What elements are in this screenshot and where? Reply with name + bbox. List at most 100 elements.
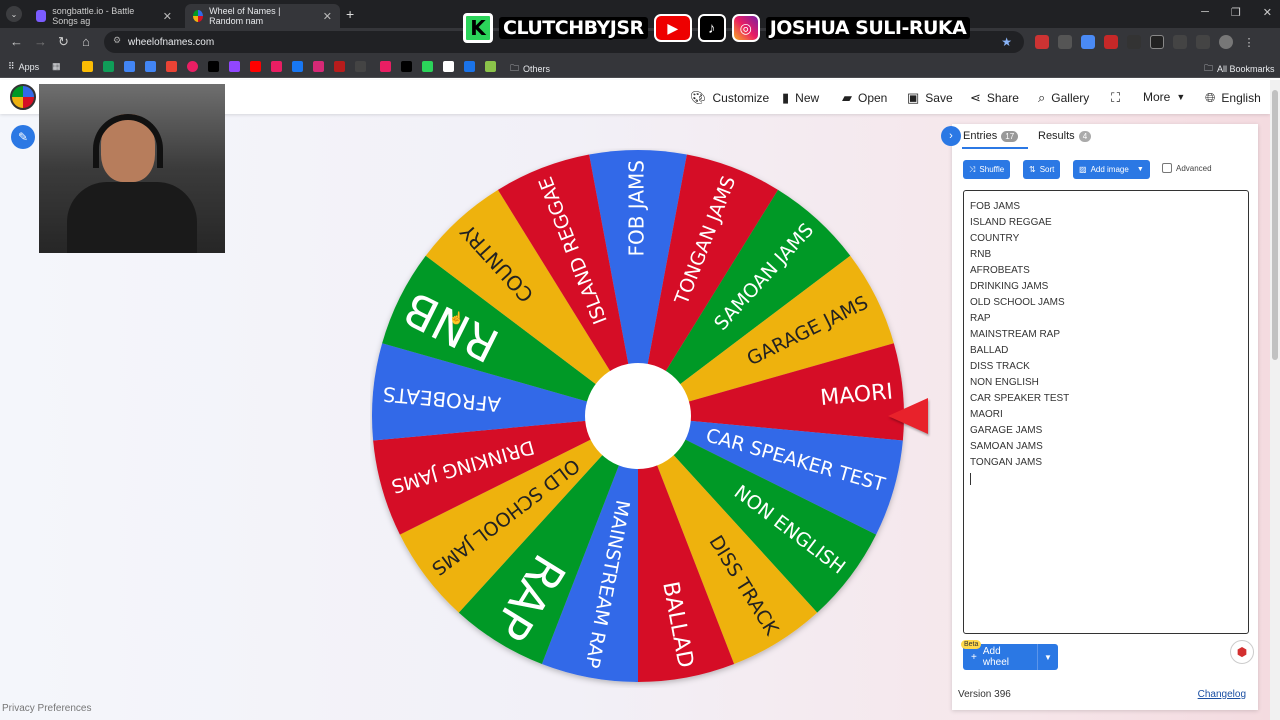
share-button[interactable]: ⋖ Share	[970, 90, 1019, 106]
youtube-bookmark-icon[interactable]	[250, 61, 261, 72]
bookmark-favicon-icon[interactable]	[443, 61, 454, 72]
sort-button[interactable]: ⇅ Sort	[1023, 160, 1061, 179]
x-bookmark-icon[interactable]	[401, 61, 412, 72]
browser-tab-songbattle[interactable]: songbattle.io - Battle Songs ag ✕	[28, 4, 180, 28]
wheel-of-names-logo-icon[interactable]	[10, 84, 36, 110]
close-tab-icon[interactable]: ✕	[163, 10, 172, 23]
home-icon[interactable]: ⌂	[82, 34, 90, 49]
close-tab-icon[interactable]: ✕	[323, 10, 332, 23]
entries-count-badge: 17	[1001, 130, 1019, 142]
tab-results[interactable]: Results 4	[1038, 130, 1092, 142]
bookmark-favicon-icon[interactable]	[271, 61, 282, 72]
tab-entries[interactable]: Entries 17	[963, 130, 1019, 142]
bookmark-favicon-icon[interactable]	[334, 61, 345, 72]
fullscreen-button[interactable]: ⛶	[1111, 90, 1120, 106]
bookmark-star-icon[interactable]: ★	[1001, 35, 1012, 49]
new-tab-icon[interactable]: +	[346, 6, 354, 22]
add-image-button[interactable]: ▨ Add image ▼	[1073, 160, 1150, 179]
bookmark-favicon-icon[interactable]	[355, 61, 366, 72]
advanced-checkbox[interactable]: Advanced	[1162, 163, 1212, 173]
browser-menu-icon[interactable]: ⋮	[1242, 35, 1256, 49]
entry-line: RNB	[970, 249, 992, 260]
tab-groups-icon[interactable]: ▦	[52, 61, 61, 72]
bookmark-favicon-icon[interactable]	[166, 61, 177, 72]
tiktok-bookmark-icon[interactable]	[208, 61, 219, 72]
bookmark-favicon-icon[interactable]	[103, 61, 114, 72]
menu-label: Open	[858, 91, 888, 105]
profile-avatar-icon[interactable]	[1219, 35, 1233, 49]
menu-label: New	[795, 91, 820, 105]
edit-pencil-icon[interactable]: ✎	[11, 125, 35, 149]
back-icon[interactable]: ←	[10, 34, 23, 49]
bookmark-favicon-icon[interactable]	[187, 61, 198, 72]
folder-icon: 🗀	[510, 63, 520, 73]
wheel-svg[interactable]: FOB JAMS TONGAN JAMSSAMOAN JAMSGARAGE JAM…	[370, 148, 910, 688]
more-button[interactable]: More ▼	[1143, 90, 1185, 104]
scrollbar-thumb[interactable]	[1272, 90, 1278, 360]
new-button[interactable]: ▮ New	[782, 90, 819, 106]
shuffle-button[interactable]: ⤨ Shuffle	[963, 160, 1011, 179]
bookmark-favicon-icon[interactable]	[464, 61, 475, 72]
entry-line: DRINKING JAMS	[970, 281, 1049, 292]
facebook-bookmark-icon[interactable]	[292, 61, 303, 72]
privacy-preferences-link[interactable]: Privacy Preferences	[2, 703, 91, 714]
save-button[interactable]: ▣ Save	[907, 90, 953, 106]
extension-icon[interactable]	[1035, 35, 1049, 49]
extensions-puzzle-icon[interactable]	[1173, 35, 1187, 49]
caret-down-icon[interactable]: ▼	[1038, 653, 1058, 662]
close-window-icon[interactable]: ✕	[1263, 6, 1272, 19]
entries-textarea[interactable]: FOB JAMS ISLAND REGGAE COUNTRY RNB AFROBEATS…	[963, 190, 1249, 634]
entry-line: OLD SCHOOL JAMS	[970, 297, 1065, 308]
page-scrollbar[interactable]	[1270, 80, 1280, 720]
sort-icon: ⇅	[1029, 165, 1036, 174]
wheel[interactable]: FOB JAMS TONGAN JAMS SAMOAN JAMS GARAGE JAM…	[370, 148, 910, 688]
menu-label: Save	[925, 91, 953, 105]
bookmark-favicon-icon[interactable]	[380, 61, 391, 72]
menu-label: Share	[986, 91, 1019, 105]
extension-icon[interactable]	[1104, 35, 1118, 49]
bookmark-folder-others[interactable]: 🗀 Others	[510, 61, 550, 77]
kick-bookmark-icon[interactable]	[422, 61, 433, 72]
forward-icon[interactable]: →	[34, 34, 47, 49]
restore-icon[interactable]: ❐	[1231, 6, 1241, 19]
extensions-row: ⋮	[1035, 35, 1256, 49]
button-label: Shuffle	[979, 165, 1005, 174]
instagram-bookmark-icon[interactable]	[313, 61, 324, 72]
browser-tab-wheelofnames[interactable]: Wheel of Names | Random nam ✕	[185, 4, 340, 28]
all-bookmarks[interactable]: 🗀 All Bookmarks	[1204, 61, 1275, 77]
collapse-panel-icon[interactable]: ›	[941, 126, 961, 146]
bookmark-apps[interactable]: ⠿ Apps	[8, 61, 39, 72]
entry-line: MAORI	[970, 409, 1003, 420]
minimize-icon[interactable]: ─	[1201, 6, 1209, 19]
entries-panel: Entries 17 Results 4 ⤨ Shuffle ⇅ Sort ▨ …	[952, 124, 1258, 710]
bookmark-favicon-icon[interactable]	[145, 61, 156, 72]
bookmark-favicon-icon[interactable]	[82, 61, 93, 72]
stream-overlay-banner: K CLUTCHBYJSR ▶ ♪ ◎ JOSHUA SULI-RUKA	[463, 10, 971, 46]
open-button[interactable]: ▰ Open	[842, 90, 887, 106]
extension-icon[interactable]	[1058, 35, 1072, 49]
reload-icon[interactable]: ↻	[58, 34, 69, 50]
language-button[interactable]: 🌐︎ English	[1205, 90, 1261, 106]
gallery-button[interactable]: ⌕ Gallery	[1038, 90, 1089, 106]
share-icon: ⋖	[970, 90, 981, 105]
wheel-center-hub[interactable]	[585, 363, 691, 469]
twitch-bookmark-icon[interactable]	[229, 61, 240, 72]
caret-down-icon: ▼	[1176, 92, 1186, 102]
extension-icon[interactable]	[1150, 35, 1164, 49]
customize-button[interactable]: 🎨︎ Customize	[690, 90, 769, 106]
mouse-cursor-icon: ☝	[449, 311, 464, 325]
tab-search-icon[interactable]: ⌄	[6, 6, 22, 22]
extension-icon[interactable]	[1081, 35, 1095, 49]
reading-list-icon[interactable]	[1196, 35, 1210, 49]
pdf-icon[interactable]: ⬢	[1230, 640, 1254, 664]
changelog-link[interactable]: Changelog	[1198, 689, 1246, 700]
checkbox-box[interactable]	[1162, 163, 1172, 173]
button-label: Add wheel	[982, 646, 1009, 668]
bookmark-favicon-icon[interactable]	[124, 61, 135, 72]
site-info-icon[interactable]: ⚙	[113, 35, 121, 46]
entry-line: MAINSTREAM RAP	[970, 329, 1061, 340]
extension-icon[interactable]	[1127, 35, 1141, 49]
menu-label: Customize	[712, 91, 770, 105]
shuffle-icon: ⤨	[969, 164, 976, 174]
bookmark-favicon-icon[interactable]	[485, 61, 496, 72]
